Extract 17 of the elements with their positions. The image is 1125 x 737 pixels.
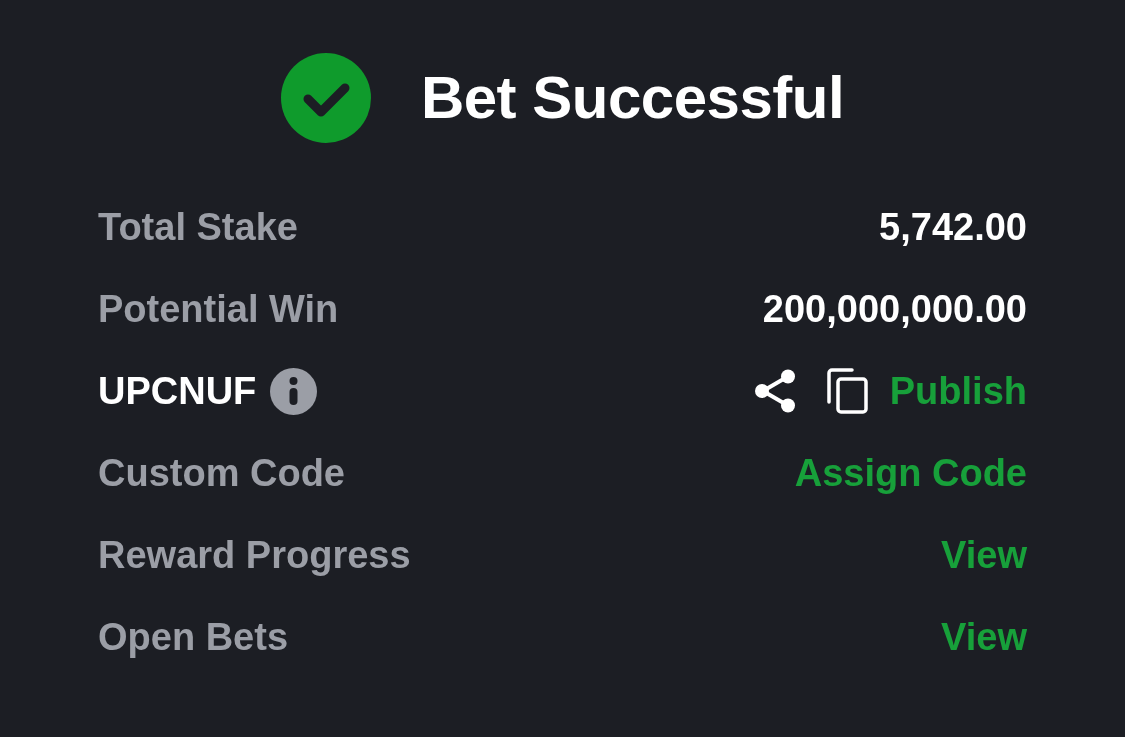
success-title: Bet Successful: [420, 68, 845, 128]
row-label: Custom Code: [98, 454, 345, 492]
info-icon[interactable]: [270, 367, 318, 415]
row-label: Total Stake: [98, 208, 298, 246]
action-link[interactable]: Assign Code: [794, 454, 1027, 492]
success-check-icon: [280, 53, 371, 143]
action-link[interactable]: View: [941, 618, 1027, 656]
amount-value: 200,000,000.00: [762, 290, 1027, 328]
row-label: Potential Win: [98, 290, 339, 328]
share-icon[interactable]: [753, 369, 796, 413]
row-label: Reward Progress: [98, 536, 411, 574]
row-label: Open Bets: [98, 618, 289, 656]
publish-button[interactable]: Publish: [889, 372, 1027, 410]
action-link[interactable]: View: [941, 536, 1027, 574]
copy-icon[interactable]: [825, 368, 868, 414]
booking-code: UPCNUF: [98, 372, 257, 410]
amount-value: 5,742.00: [879, 208, 1027, 246]
